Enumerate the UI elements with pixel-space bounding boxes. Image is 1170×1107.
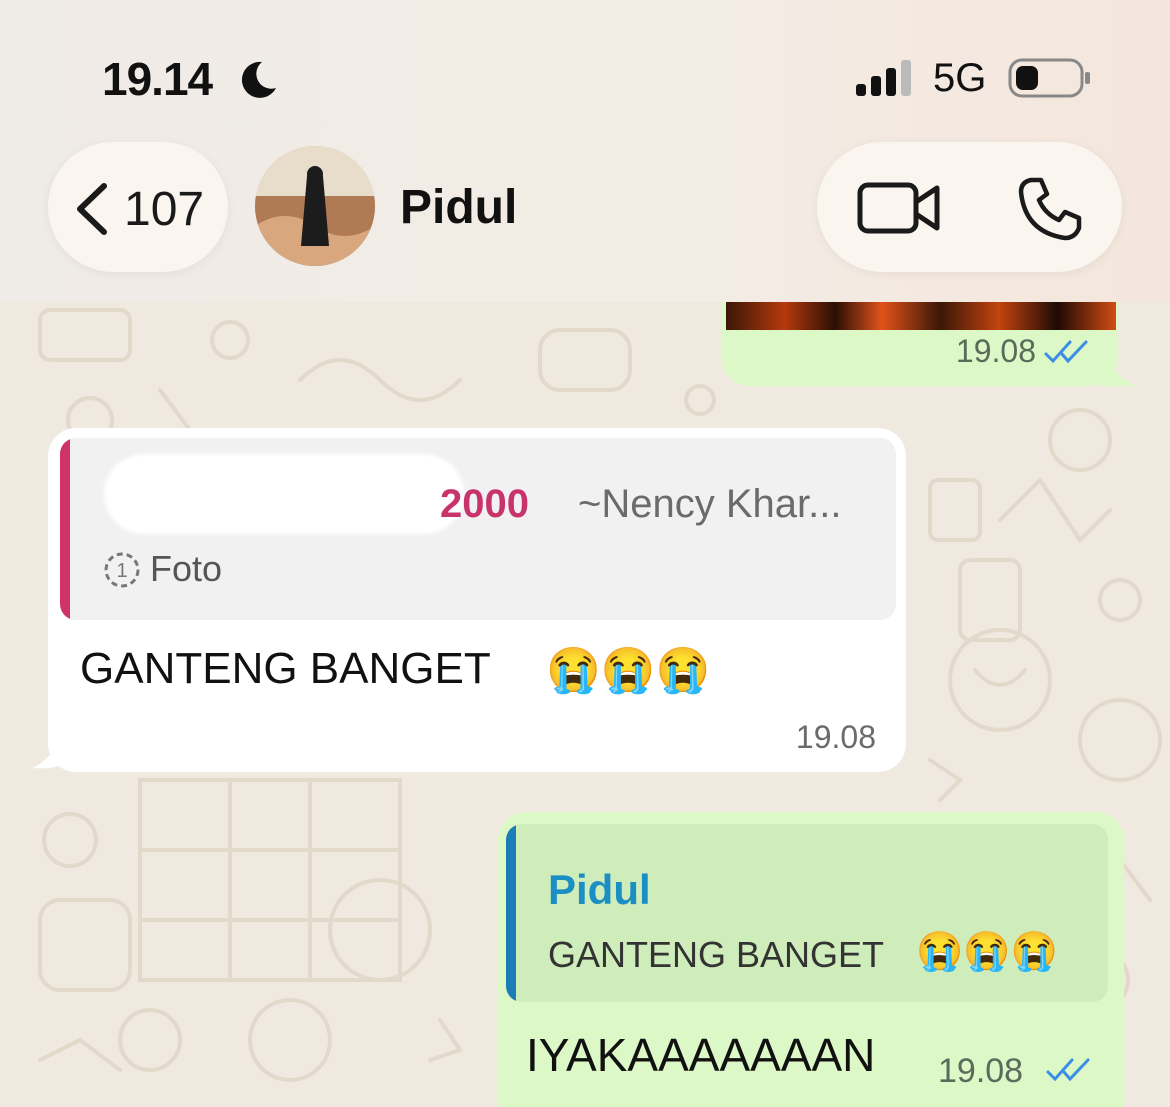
contact-name[interactable]: Pidul [400,180,517,235]
signal-icon [856,60,911,96]
chevron-left-icon [77,183,107,235]
status-time: 19.14 [102,53,213,105]
quote-sender-name: ~Nency Khar... [578,482,842,526]
image-thumbnail[interactable] [726,302,1116,330]
unread-count: 107 [124,183,205,236]
bubble-tail [1100,346,1138,386]
quoted-message[interactable]: Pidul GANTENG BANGET 😭😭😭 [506,824,1108,1002]
phone-icon[interactable] [1017,176,1083,242]
message-time: 19.08 [955,333,1036,369]
quote-accent-bar [506,824,516,1002]
message-outgoing-partial[interactable]: 19.08 [722,302,1118,386]
message-incoming[interactable]: 2000 ~Nency Khar... 1 Foto GANTENG BANGE… [48,428,906,772]
avatar[interactable] [255,146,375,266]
message-time: 19.08 [938,1052,1024,1090]
crying-emoji-icons: 😭😭😭 [546,646,711,695]
quote-sender-number: 2000 [440,482,529,526]
avatar-image [255,146,375,266]
top-bar: 19.14 5G 107 Pidul [0,0,1170,302]
crying-emoji-icons: 😭😭😭 [916,931,1058,973]
message-time: 19.08 [795,719,876,755]
quote-text: GANTENG BANGET [548,934,885,975]
back-button[interactable]: 107 [48,142,228,272]
redacted-area [104,454,464,534]
view-once-icon: 1 [104,552,140,588]
svg-text:1: 1 [116,560,127,582]
quoted-message[interactable]: 2000 ~Nency Khar... 1 Foto [60,438,896,620]
quote-accent-bar [60,438,70,620]
video-call-icon[interactable] [857,180,941,236]
network-label: 5G [933,56,987,100]
message-outgoing[interactable]: Pidul GANTENG BANGET 😭😭😭 IYAKAAAAAAAN 19… [498,812,1124,1107]
moon-icon [241,61,276,98]
double-check-icon [1044,340,1088,364]
call-actions [817,142,1122,272]
battery-icon [1008,58,1090,98]
quote-media-label: Foto [150,548,223,589]
double-check-icon [1046,1058,1090,1082]
quote-sender-name: Pidul [548,866,651,913]
message-text: IYAKAAAAAAAN [526,1029,876,1081]
message-text: GANTENG BANGET [80,644,491,693]
